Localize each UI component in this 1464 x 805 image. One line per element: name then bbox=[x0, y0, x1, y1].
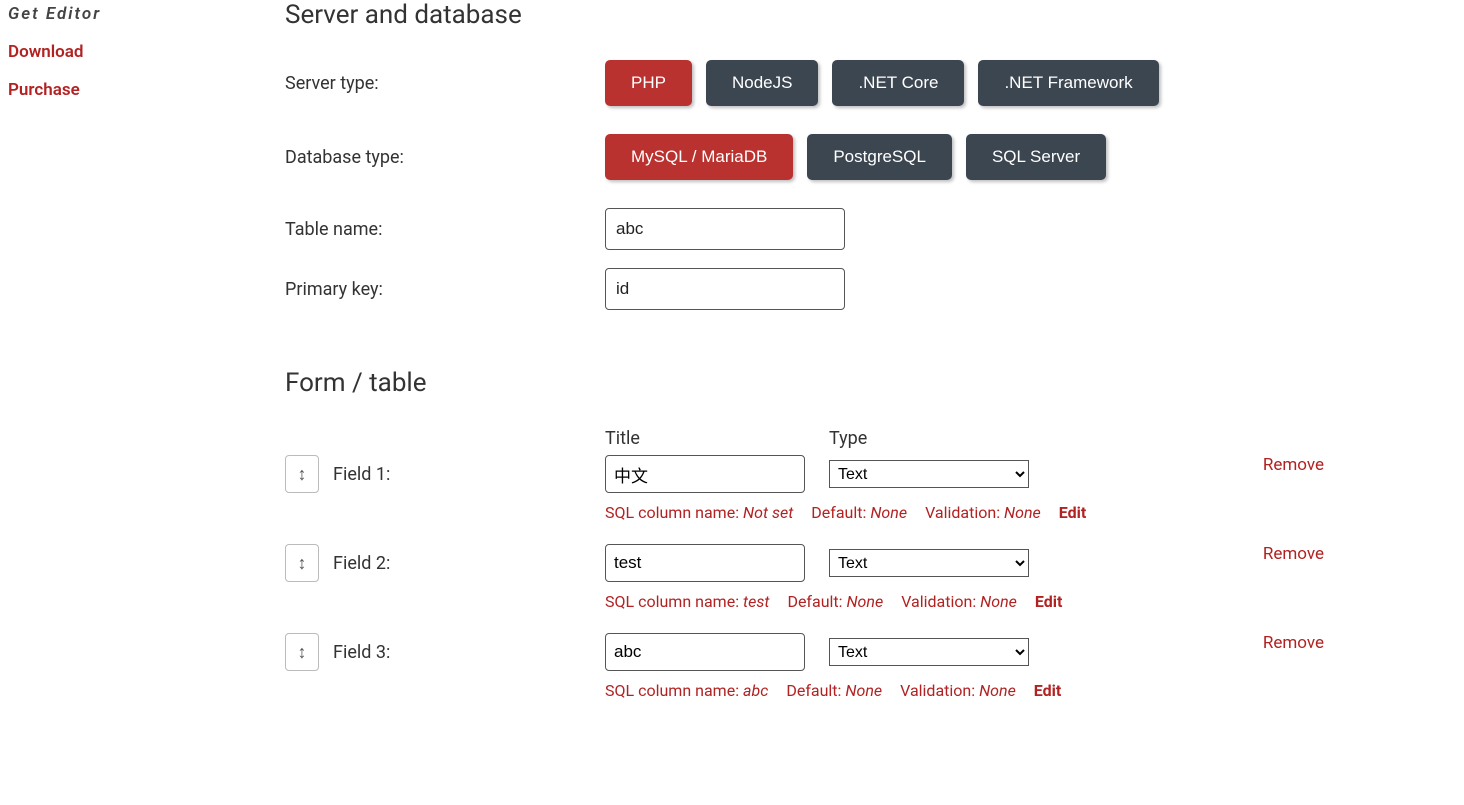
field-title-input[interactable] bbox=[605, 455, 805, 493]
field-label: Field 2: bbox=[333, 553, 390, 574]
field-validation: Validation: None bbox=[900, 681, 1016, 700]
field-label: Field 3: bbox=[333, 642, 390, 663]
database-type-mysql-mariadb[interactable]: MySQL / MariaDB bbox=[605, 134, 793, 180]
database-type-group: MySQL / MariaDB PostgreSQL SQL Server bbox=[605, 134, 1106, 180]
server-type-label: Server type: bbox=[285, 73, 605, 94]
sidebar: Get Editor Download Purchase bbox=[0, 0, 285, 805]
database-type-postgresql[interactable]: PostgreSQL bbox=[807, 134, 952, 180]
field-default: Default: None bbox=[787, 592, 883, 611]
database-type-label: Database type: bbox=[285, 147, 605, 168]
field-type-select[interactable]: Text bbox=[829, 638, 1029, 666]
field-sql-col: SQL column name: Not set bbox=[605, 503, 793, 522]
primary-key-input[interactable] bbox=[605, 268, 845, 310]
sidebar-item-get-editor[interactable]: Get Editor bbox=[8, 4, 285, 24]
drag-handle-icon[interactable]: ↕ bbox=[285, 455, 319, 493]
field-row: ↕ Field 1: Text SQL column name: Not set Def… bbox=[285, 455, 1444, 522]
field-validation: Validation: None bbox=[901, 592, 1017, 611]
field-sql-col: SQL column name: test bbox=[605, 592, 769, 611]
field-validation: Validation: None bbox=[925, 503, 1041, 522]
table-name-label: Table name: bbox=[285, 219, 605, 240]
server-type-net-framework[interactable]: .NET Framework bbox=[978, 60, 1158, 106]
field-edit-link[interactable]: Edit bbox=[1035, 592, 1063, 611]
section-server-database-title: Server and database bbox=[285, 0, 1444, 30]
server-type-group: PHP NodeJS .NET Core .NET Framework bbox=[605, 60, 1159, 106]
main-content: Server and database Server type: PHP Node… bbox=[285, 0, 1464, 805]
table-name-input[interactable] bbox=[605, 208, 845, 250]
field-label: Field 1: bbox=[333, 464, 390, 485]
primary-key-label: Primary key: bbox=[285, 279, 605, 300]
server-type-nodejs[interactable]: NodeJS bbox=[706, 60, 818, 106]
server-type-net-core[interactable]: .NET Core bbox=[832, 60, 964, 106]
field-meta: SQL column name: test Default: None Valida… bbox=[605, 592, 1263, 611]
field-type-select[interactable]: Text bbox=[829, 549, 1029, 577]
field-row: ↕ Field 3: Text SQL column name: abc Default… bbox=[285, 633, 1444, 700]
field-type-select[interactable]: Text bbox=[829, 460, 1029, 488]
field-row: ↕ Field 2: Text SQL column name: test Defaul… bbox=[285, 544, 1444, 611]
section-form-table-title: Form / table bbox=[285, 368, 1444, 398]
field-edit-link[interactable]: Edit bbox=[1059, 503, 1087, 522]
drag-handle-icon[interactable]: ↕ bbox=[285, 544, 319, 582]
field-title-input[interactable] bbox=[605, 544, 805, 582]
drag-handle-icon[interactable]: ↕ bbox=[285, 633, 319, 671]
field-default: Default: None bbox=[786, 681, 882, 700]
column-header-type: Type bbox=[829, 428, 1039, 449]
field-sql-col: SQL column name: abc bbox=[605, 681, 768, 700]
sidebar-item-purchase[interactable]: Purchase bbox=[8, 80, 285, 100]
remove-field-link[interactable]: Remove bbox=[1263, 544, 1324, 564]
server-type-php[interactable]: PHP bbox=[605, 60, 692, 106]
database-type-sql-server[interactable]: SQL Server bbox=[966, 134, 1106, 180]
field-meta: SQL column name: Not set Default: None Val… bbox=[605, 503, 1263, 522]
field-edit-link[interactable]: Edit bbox=[1034, 681, 1062, 700]
remove-field-link[interactable]: Remove bbox=[1263, 455, 1324, 475]
field-meta: SQL column name: abc Default: None Validat… bbox=[605, 681, 1263, 700]
column-header-title: Title bbox=[605, 428, 829, 449]
field-title-input[interactable] bbox=[605, 633, 805, 671]
field-default: Default: None bbox=[811, 503, 907, 522]
remove-field-link[interactable]: Remove bbox=[1263, 633, 1324, 653]
sidebar-item-download[interactable]: Download bbox=[8, 42, 285, 62]
